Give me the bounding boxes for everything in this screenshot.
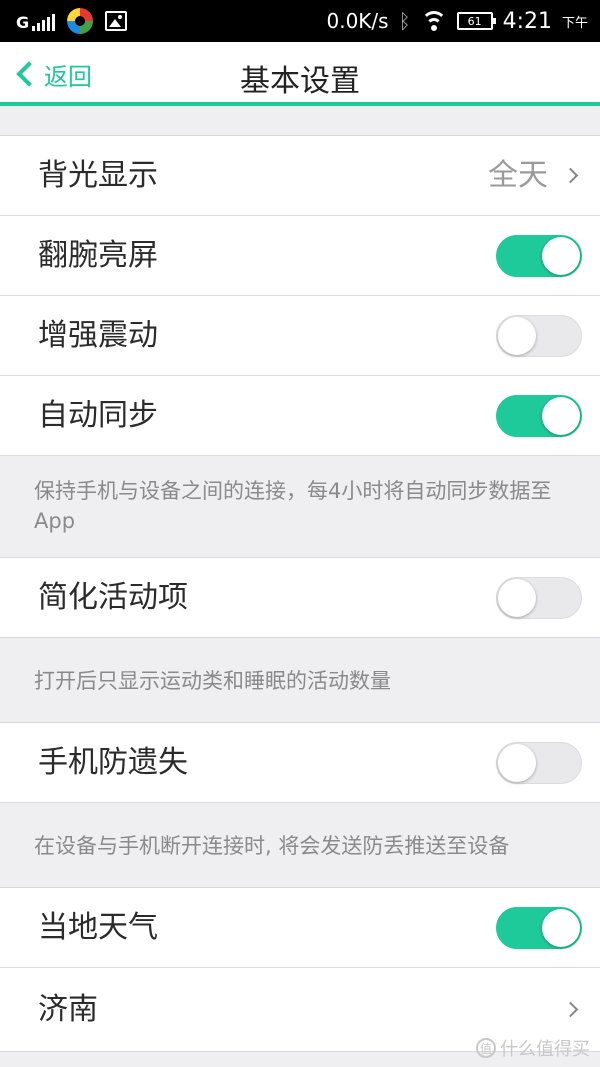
local-weather-row: 当地天气 [0, 888, 600, 968]
wifi-icon [420, 11, 447, 31]
battery-icon: 61 [456, 12, 496, 30]
toggle-knob [542, 237, 580, 275]
auto-sync-row: 自动同步 [0, 376, 600, 456]
clock: 4:21 [502, 8, 552, 34]
network-type-label: G [16, 13, 30, 32]
enhanced-vibration-toggle[interactable] [496, 315, 582, 357]
page-title: 基本设置 [240, 64, 360, 99]
city-label: 济南 [38, 992, 98, 1027]
backlight-value: 全天 [488, 158, 548, 193]
auto-sync-label: 自动同步 [38, 398, 158, 433]
settings-list: 背光显示 全天 翻腕亮屏 增强震动 自动同步 保持手机与设备之间的连接，每4小时… [0, 110, 600, 1052]
local-weather-toggle[interactable] [496, 907, 582, 949]
chevron-right-icon [562, 1001, 579, 1018]
status-right: 0.0K/s ᛒ 61 4:21 下午 [326, 4, 588, 38]
wrist-wake-label: 翻腕亮屏 [38, 238, 158, 273]
bluetooth-icon: ᛒ [398, 9, 411, 33]
status-left: G [16, 6, 128, 36]
nav-bar: 返回 基本设置 [0, 42, 600, 106]
watermark-logo-icon: 值 [476, 1038, 496, 1058]
signal-icon: G [16, 11, 56, 32]
image-notification-icon [105, 11, 128, 31]
phone-anti-loss-row: 手机防遗失 [0, 723, 600, 803]
status-bar: G 0.0K/s ᛒ 61 4:21 下午 [0, 0, 600, 42]
phone-anti-loss-note: 在设备与手机断开连接时, 将会发送防丢推送至设备 [0, 803, 600, 888]
toggle-knob [498, 744, 536, 782]
simplify-activity-note: 打开后只显示运动类和睡眠的活动数量 [0, 638, 600, 723]
enhanced-vibration-row: 增强震动 [0, 296, 600, 376]
simplify-activity-label: 简化活动项 [38, 580, 188, 615]
toggle-knob [542, 397, 580, 435]
phone-anti-loss-toggle[interactable] [496, 742, 582, 784]
backlight-label: 背光显示 [38, 158, 158, 193]
wrist-wake-toggle[interactable] [496, 235, 582, 277]
chevron-right-icon [562, 167, 579, 184]
app-notification-icon [67, 8, 94, 34]
toggle-knob [498, 317, 536, 355]
network-speed: 0.0K/s [326, 9, 389, 33]
am-pm: 下午 [561, 15, 588, 31]
wrist-wake-row: 翻腕亮屏 [0, 216, 600, 296]
section-spacer [0, 110, 600, 136]
phone-anti-loss-label: 手机防遗失 [38, 745, 188, 780]
local-weather-label: 当地天气 [38, 910, 158, 945]
auto-sync-toggle[interactable] [496, 395, 582, 437]
auto-sync-note: 保持手机与设备之间的连接，每4小时将自动同步数据至App [0, 456, 600, 558]
battery-level: 61 [467, 14, 482, 28]
watermark-text: 什么值得买 [500, 1039, 590, 1060]
simplify-activity-row: 简化活动项 [0, 558, 600, 638]
simplify-activity-toggle[interactable] [496, 577, 582, 619]
backlight-row[interactable]: 背光显示 全天 [0, 136, 600, 216]
watermark: 值 什么值得买 [476, 1035, 590, 1061]
toggle-knob [498, 579, 536, 617]
toggle-knob [542, 909, 580, 947]
enhanced-vibration-label: 增强震动 [38, 318, 158, 353]
